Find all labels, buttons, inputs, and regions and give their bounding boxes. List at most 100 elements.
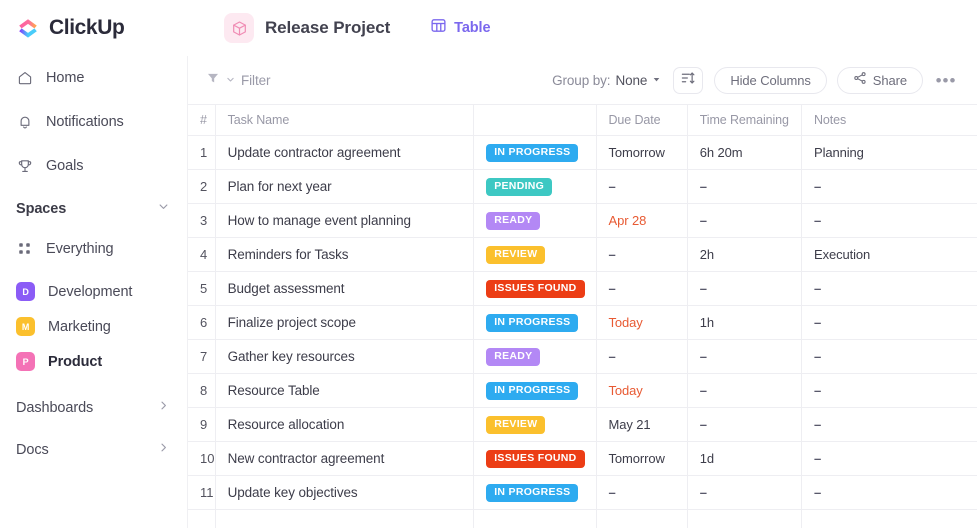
status-badge[interactable]: IN PROGRESS [486,144,579,162]
sidebar-item-marketing[interactable]: M Marketing [0,309,187,344]
status-badge[interactable]: ISSUES FOUND [486,450,585,468]
table-row[interactable]: 4 Reminders for Tasks REVIEW – 2h Execution [188,237,977,272]
chevron-right-icon[interactable] [156,398,171,418]
task-table-container[interactable]: # Task Name Due Date Time Remaining Note… [188,104,977,528]
notes-cell[interactable]: – [801,475,977,510]
row-index[interactable]: 10 [188,441,216,476]
table-row[interactable]: 6 Finalize project scope IN PROGRESS Today 1… [188,305,977,340]
due-date-cell[interactable]: – [596,475,688,510]
table-row[interactable]: 2 Plan for next year PENDING – – – [188,169,977,204]
status-badge[interactable]: REVIEW [486,416,546,434]
status-badge[interactable]: IN PROGRESS [486,314,579,332]
table-row[interactable]: 10 New contractor agreement ISSUES FOUND To… [188,441,977,476]
table-row[interactable]: 7 Gather key resources READY – – – [188,339,977,374]
notes-cell[interactable]: – [801,339,977,374]
sidebar-item-docs[interactable]: Docs [0,435,187,465]
row-index[interactable]: 7 [188,339,216,374]
tab-table[interactable]: Table [430,17,491,39]
row-index[interactable]: 9 [188,407,216,442]
sidebar-item-dashboards[interactable]: Dashboards [0,393,187,423]
chevron-right-icon[interactable] [156,440,171,460]
column-header-due-date[interactable]: Due Date [596,105,688,136]
row-index[interactable]: 11 [188,475,216,510]
task-name-cell[interactable]: Resource allocation [215,407,475,442]
time-remaining-cell[interactable]: – [687,373,803,408]
time-remaining-cell[interactable]: 2h [687,237,803,272]
sidebar-section-spaces[interactable]: Spaces [0,195,187,223]
row-index[interactable]: 3 [188,203,216,238]
notes-cell[interactable]: – [801,305,977,340]
due-date-cell[interactable]: Tomorrow [596,135,688,170]
sidebar-item-notifications[interactable]: Notifications [0,106,187,137]
status-cell[interactable]: REVIEW [473,237,597,272]
group-by-dropdown[interactable]: Group by: None [552,71,661,89]
status-badge[interactable]: IN PROGRESS [486,382,579,400]
due-date-cell[interactable]: Today [596,305,688,340]
notes-cell[interactable]: – [801,441,977,476]
time-remaining-cell[interactable]: – [687,271,803,306]
notes-cell[interactable]: Execution [801,237,977,272]
brand-logo[interactable]: ClickUp [16,16,188,40]
due-date-cell[interactable]: Today [596,373,688,408]
row-index[interactable]: 8 [188,373,216,408]
add-task-row[interactable] [188,509,977,528]
column-header-time-remaining[interactable]: Time Remaining [687,105,803,136]
time-remaining-cell[interactable]: – [687,169,803,204]
sidebar-item-home[interactable]: Home [0,62,187,93]
chevron-down-icon[interactable] [156,199,171,219]
due-date-cell[interactable]: – [596,271,688,306]
row-index[interactable]: 2 [188,169,216,204]
task-name-cell[interactable]: Reminders for Tasks [215,237,475,272]
project-breadcrumb[interactable]: Release Project [224,13,390,43]
time-remaining-cell[interactable]: 1d [687,441,803,476]
status-badge[interactable]: IN PROGRESS [486,484,579,502]
table-row[interactable]: 5 Budget assessment ISSUES FOUND – – – [188,271,977,306]
add-task-cell[interactable] [687,509,803,528]
task-name-cell[interactable]: How to manage event planning [215,203,475,238]
sidebar-item-goals[interactable]: Goals [0,150,187,181]
add-task-cell[interactable] [188,509,216,528]
task-name-cell[interactable]: Resource Table [215,373,475,408]
task-name-cell[interactable]: Plan for next year [215,169,475,204]
status-cell[interactable]: IN PROGRESS [473,373,597,408]
sidebar-item-development[interactable]: D Development [0,274,187,309]
due-date-cell[interactable]: Apr 28 [596,203,688,238]
task-name-cell[interactable]: Update contractor agreement [215,135,475,170]
status-badge[interactable]: ISSUES FOUND [486,280,585,298]
status-cell[interactable]: IN PROGRESS [473,305,597,340]
time-remaining-cell[interactable]: 1h [687,305,803,340]
task-name-cell[interactable]: Gather key resources [215,339,475,374]
notes-cell[interactable]: – [801,203,977,238]
share-button[interactable]: Share [836,66,923,94]
status-cell[interactable]: PENDING [473,169,597,204]
row-index[interactable]: 5 [188,271,216,306]
row-index[interactable]: 6 [188,305,216,340]
status-cell[interactable]: ISSUES FOUND [473,271,597,306]
time-remaining-cell[interactable]: – [687,203,803,238]
due-date-cell[interactable]: – [596,339,688,374]
due-date-cell[interactable]: – [596,237,688,272]
status-badge[interactable]: REVIEW [486,246,546,264]
status-cell[interactable]: READY [473,339,597,374]
due-date-cell[interactable]: – [596,169,688,204]
task-name-cell[interactable]: Budget assessment [215,271,475,306]
table-row[interactable]: 9 Resource allocation REVIEW May 21– – [188,407,977,442]
hide-columns-button[interactable]: Hide Columns [714,66,827,94]
table-row[interactable]: 3 How to manage event planning READY Apr 28… [188,203,977,238]
more-options-button[interactable]: ••• [933,68,959,92]
sort-button[interactable] [673,66,704,94]
table-row[interactable]: 1 Update contractor agreement IN PROGRESS T… [188,135,977,170]
time-remaining-cell[interactable]: – [687,339,803,374]
row-index[interactable]: 1 [188,135,216,170]
status-badge[interactable]: READY [486,212,541,230]
filter-button[interactable]: Filter [202,67,274,94]
status-cell[interactable]: REVIEW [473,407,597,442]
status-cell[interactable]: IN PROGRESS [473,135,597,170]
notes-cell[interactable]: Planning [801,135,977,170]
status-cell[interactable]: ISSUES FOUND [473,441,597,476]
sidebar-item-product[interactable]: P Product [0,344,187,379]
column-header-task-name[interactable]: Task Name [215,105,475,136]
add-task-cell[interactable] [473,509,597,528]
notes-cell[interactable]: – [801,271,977,306]
sidebar-item-everything[interactable]: Everything [0,233,187,264]
